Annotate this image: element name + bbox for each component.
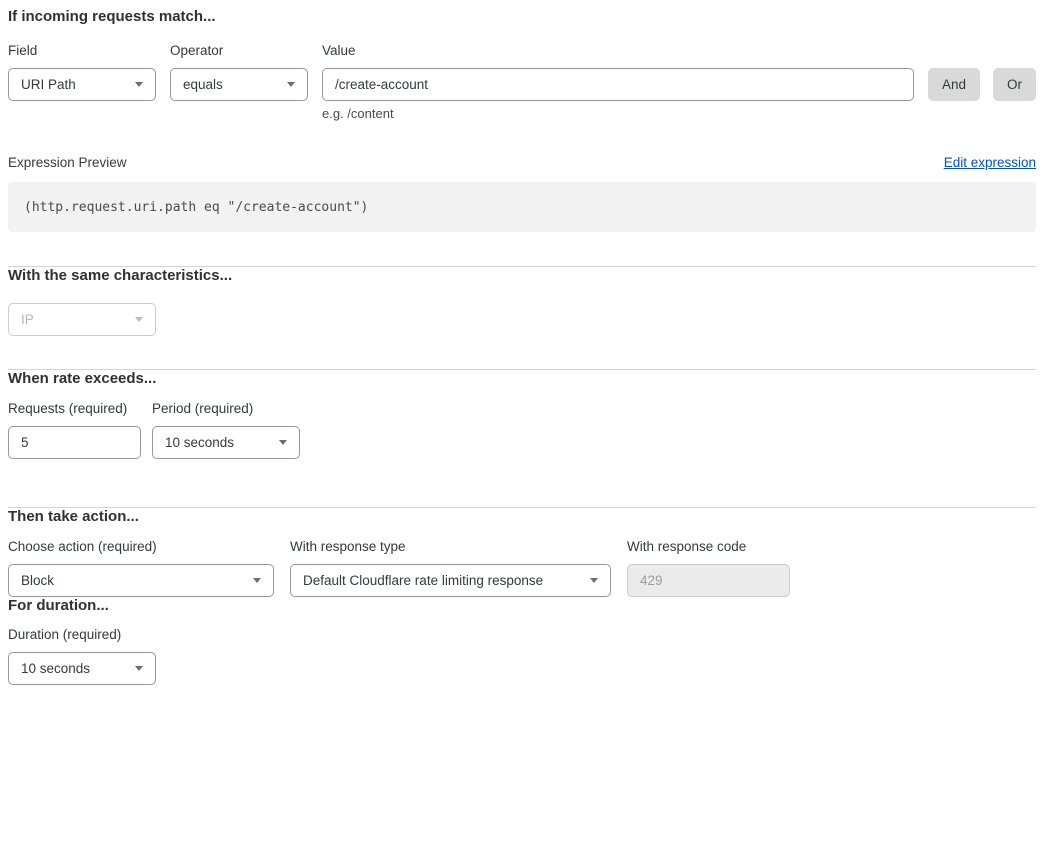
chevron-down-icon	[590, 578, 598, 583]
edit-expression-link[interactable]: Edit expression	[944, 155, 1036, 170]
duration-select[interactable]: 10 seconds	[8, 652, 156, 685]
chevron-down-icon	[135, 317, 143, 322]
response-type-select-value: Default Cloudflare rate limiting respons…	[303, 573, 543, 588]
choose-action-select[interactable]: Block	[8, 564, 274, 597]
response-code-label: With response code	[627, 540, 790, 554]
expression-preview-header: Expression Preview Edit expression	[8, 155, 1036, 170]
operator-select-value: equals	[183, 77, 223, 92]
value-label: Value	[322, 44, 914, 58]
choose-action-select-value: Block	[21, 573, 54, 588]
choose-action-label: Choose action (required)	[8, 540, 274, 554]
period-select-value: 10 seconds	[165, 435, 234, 450]
characteristic-select: IP	[8, 303, 156, 336]
operator-label: Operator	[170, 44, 308, 58]
requests-group: Requests (required)	[8, 402, 141, 459]
rate-limiting-rule-form: If incoming requests match... Field URI …	[0, 0, 1048, 693]
duration-group: Duration (required) 10 seconds	[8, 628, 156, 685]
requests-input[interactable]	[8, 426, 141, 459]
duration-label: Duration (required)	[8, 628, 156, 642]
expression-preview-label: Expression Preview	[8, 155, 127, 170]
response-code-input	[627, 564, 790, 597]
chevron-down-icon	[135, 82, 143, 87]
operator-select[interactable]: equals	[170, 68, 308, 101]
response-type-group: With response type Default Cloudflare ra…	[290, 540, 611, 597]
chevron-down-icon	[253, 578, 261, 583]
rate-row: Requests (required) Period (required) 10…	[8, 402, 1036, 459]
section-title-characteristics: With the same characteristics...	[8, 267, 1036, 285]
field-select-value: URI Path	[21, 77, 76, 92]
period-group: Period (required) 10 seconds	[152, 402, 300, 459]
and-button[interactable]: And	[928, 68, 980, 101]
section-title-incoming-requests: If incoming requests match...	[8, 8, 1036, 26]
period-label: Period (required)	[152, 402, 300, 416]
value-input[interactable]	[322, 68, 914, 101]
period-select[interactable]: 10 seconds	[152, 426, 300, 459]
action-row: Choose action (required) Block With resp…	[8, 540, 1036, 597]
value-group: Value e.g. /content	[322, 44, 914, 121]
chevron-down-icon	[279, 440, 287, 445]
value-helper-text: e.g. /content	[322, 107, 914, 121]
duration-select-value: 10 seconds	[21, 661, 90, 676]
section-title-rate: When rate exceeds...	[8, 370, 1036, 388]
chevron-down-icon	[287, 82, 295, 87]
response-type-select[interactable]: Default Cloudflare rate limiting respons…	[290, 564, 611, 597]
section-title-action: Then take action...	[8, 508, 1036, 526]
response-code-group: With response code	[627, 540, 790, 597]
choose-action-group: Choose action (required) Block	[8, 540, 274, 597]
requests-label: Requests (required)	[8, 402, 141, 416]
section-title-duration: For duration...	[8, 597, 1036, 615]
chevron-down-icon	[135, 666, 143, 671]
characteristic-select-value: IP	[21, 312, 34, 327]
or-button[interactable]: Or	[993, 68, 1036, 101]
response-type-label: With response type	[290, 540, 611, 554]
match-fields-row: Field URI Path Operator equals Value e.g…	[8, 44, 1036, 121]
expression-code-text: (http.request.uri.path eq "/create-accou…	[24, 200, 368, 215]
field-label: Field	[8, 44, 156, 58]
field-select[interactable]: URI Path	[8, 68, 156, 101]
expression-code-block: (http.request.uri.path eq "/create-accou…	[8, 182, 1036, 232]
field-group: Field URI Path	[8, 44, 156, 101]
operator-group: Operator equals	[170, 44, 308, 101]
